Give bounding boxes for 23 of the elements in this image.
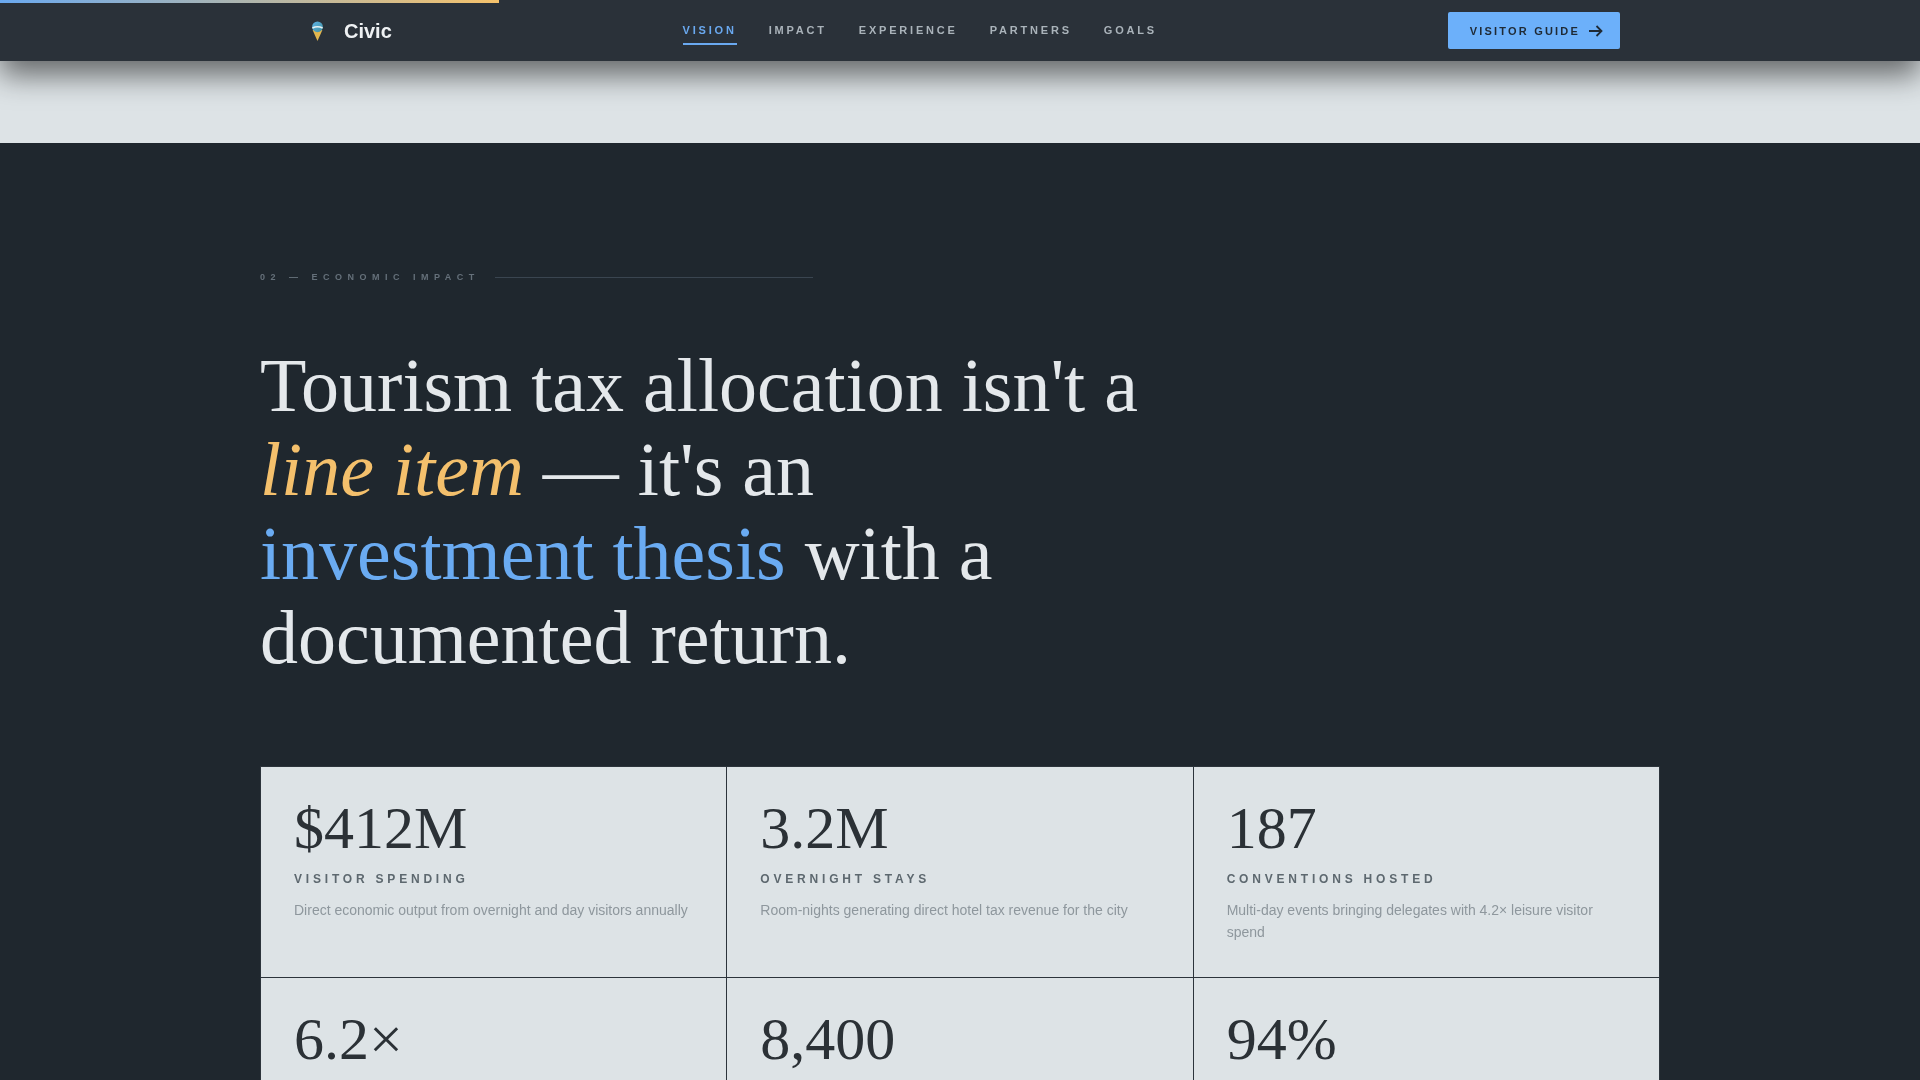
stat-label: VISITOR SPENDING — [294, 872, 470, 886]
visitor-guide-button[interactable]: VISITOR GUIDE — [1447, 12, 1620, 49]
stat-description: Multi-day events bringing delegates with 4.2× leisure visitor spend — [1226, 901, 1594, 942]
stat-value: 3.2M — [760, 798, 890, 858]
stat-label: OVERNIGHT STAYS — [760, 872, 931, 886]
nav-link[interactable]: VISION — [682, 16, 737, 45]
stat-description: Room-nights generating direct hotel tax revenue for the city — [760, 901, 1129, 920]
nav-link[interactable]: PARTNERS — [989, 16, 1072, 45]
stat-value: 187 — [1226, 798, 1318, 858]
stat-value: 8,400 — [760, 1009, 897, 1069]
section-label: 02 — ECONOMIC IMPACT — [260, 271, 480, 283]
ice-cream-icon — [311, 20, 324, 41]
nav-link[interactable]: GOALS — [1103, 16, 1157, 45]
stat-value: 94% — [1226, 1009, 1338, 1069]
stat-value: $412M — [294, 798, 469, 858]
nav-link[interactable]: EXPERIENCE — [858, 16, 958, 45]
stat-description: Direct economic output from overnight and day visitors annually — [294, 901, 689, 920]
arrow-right-icon — [1589, 24, 1603, 37]
stat-label: CONVENTIONS HOSTED — [1226, 872, 1438, 886]
stat-value: 6.2× — [294, 1009, 404, 1069]
nav-link[interactable]: IMPACT — [768, 16, 827, 45]
brand-name[interactable]: Civic — [344, 18, 392, 43]
headline: Tourism tax allocation isn't a line item — it's an investment thesis with a documented return. — [260, 343, 1139, 679]
